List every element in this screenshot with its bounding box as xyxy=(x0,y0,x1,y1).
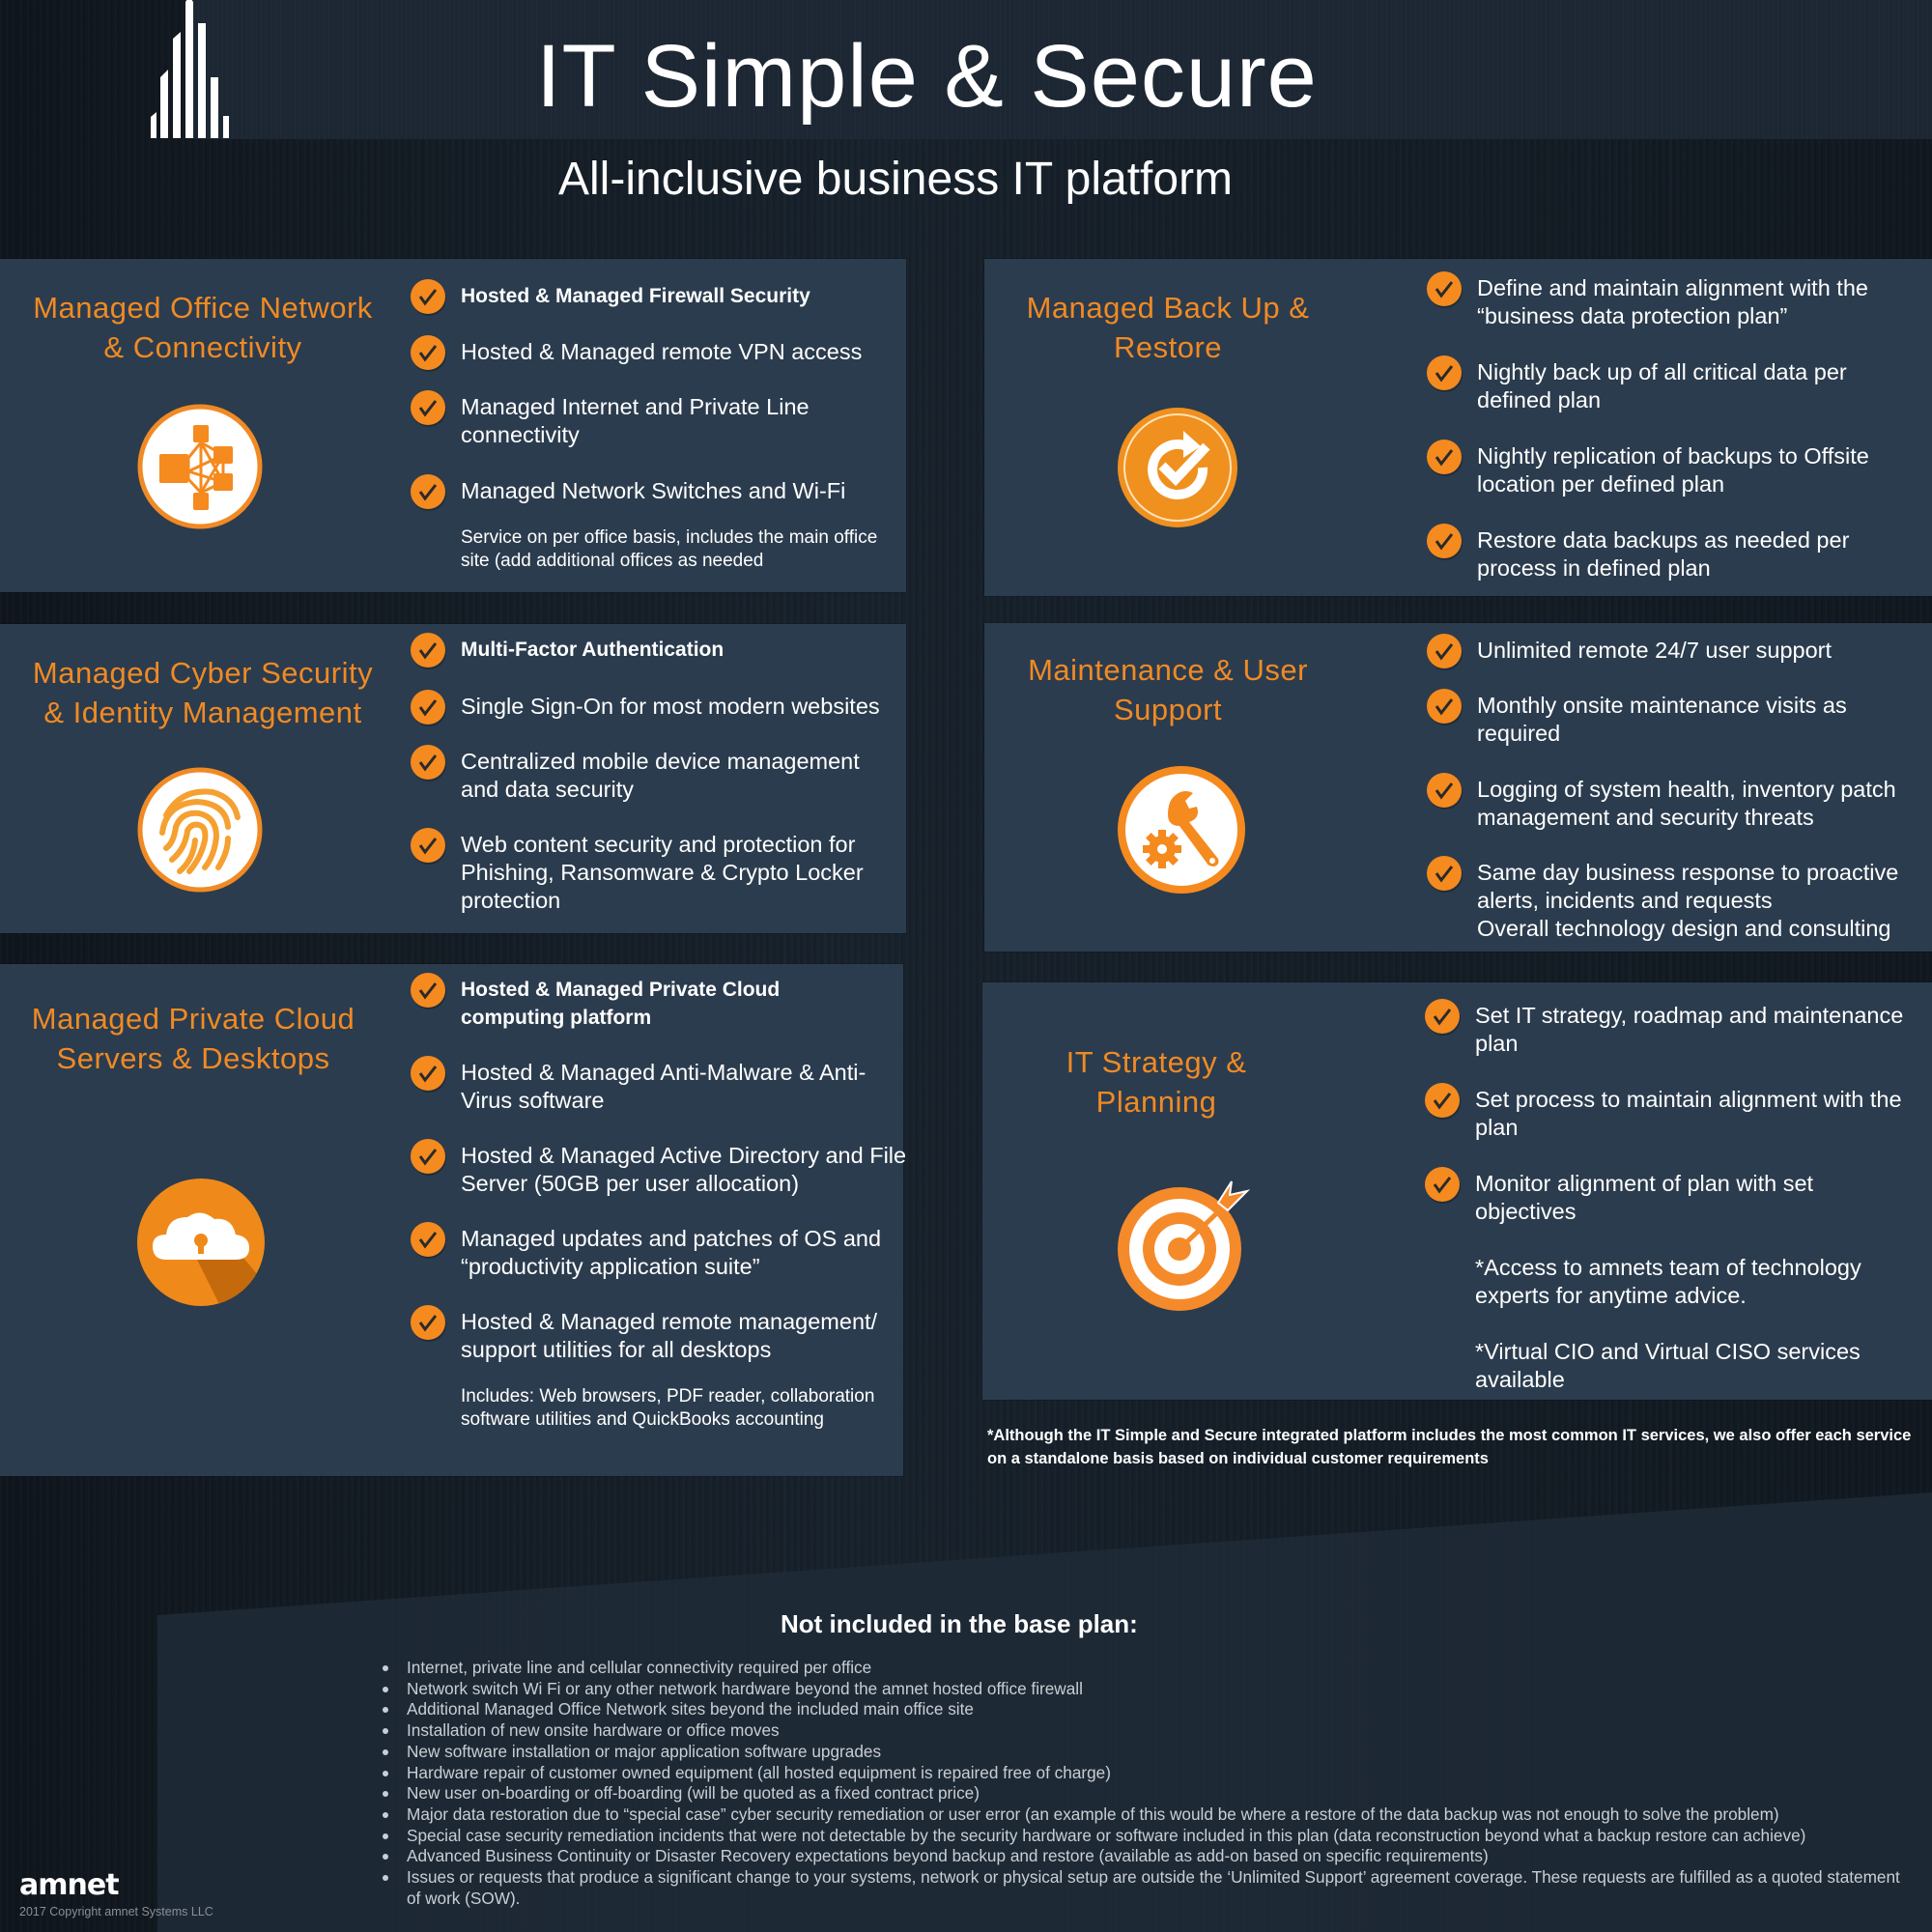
section-note: Includes: Web browsers, PDF reader, coll… xyxy=(461,1386,875,1430)
section-panel-backup: Managed Back Up & Restore Define and mai… xyxy=(984,259,1932,596)
check-icon xyxy=(411,633,445,668)
check-icon xyxy=(411,1139,445,1174)
check-icon xyxy=(411,474,445,509)
item-list: Set IT strategy, roadmap and maintenance… xyxy=(1425,999,1918,1394)
list-item: Web content security and protection for … xyxy=(411,828,895,915)
section-plain-note: *Access to amnets team of technology exp… xyxy=(1475,1255,1861,1308)
excluded-item: New user on-boarding or off-boarding (wi… xyxy=(379,1783,1905,1804)
section-title: Managed Private Cloud Servers & Desktops xyxy=(31,1002,355,1075)
check-icon xyxy=(1427,524,1462,558)
check-icon xyxy=(1427,355,1462,390)
list-item: Hosted & Managed Active Directory and Fi… xyxy=(411,1139,915,1198)
list-item: Hosted & Managed Private Cloud computing… xyxy=(411,973,886,1032)
item-list: Hosted & Managed Firewall Security Hoste… xyxy=(411,279,894,573)
list-item: Nightly replication of backups to Offsit… xyxy=(1427,440,1912,498)
check-icon xyxy=(1427,689,1462,724)
network-icon xyxy=(137,404,263,529)
excluded-item: Advanced Business Continuity or Disaster… xyxy=(379,1846,1905,1867)
list-item: Managed Network Switches and Wi-Fi xyxy=(411,474,894,509)
section-title: Managed Back Up & Restore xyxy=(1026,291,1310,364)
backup-restore-icon xyxy=(1118,408,1237,527)
list-item: Define and maintain alignment with the “… xyxy=(1427,271,1919,330)
excluded-item: Issues or requests that produce a signif… xyxy=(379,1867,1905,1909)
list-item: Set process to maintain alignment with t… xyxy=(1425,1083,1932,1142)
excluded-item: Hardware repair of customer owned equipm… xyxy=(379,1763,1905,1784)
excluded-item: Major data restoration due to “special c… xyxy=(379,1804,1905,1826)
list-item: Single Sign-On for most modern websites xyxy=(411,690,894,724)
list-item: Hosted & Managed Anti-Malware & Anti-Vir… xyxy=(411,1056,915,1115)
item-list: Hosted & Managed Private Cloud computing… xyxy=(411,973,906,1432)
check-icon xyxy=(1425,1167,1460,1202)
section-title: IT Strategy & Planning xyxy=(1065,1045,1247,1119)
list-item: Hosted & Managed Firewall Security xyxy=(411,279,894,314)
check-icon xyxy=(1427,856,1462,891)
target-arrow-icon xyxy=(1118,1180,1251,1311)
check-icon xyxy=(1427,440,1462,474)
section-title: Maintenance & User Support xyxy=(1028,653,1308,726)
list-item: Hosted & Managed remote VPN access xyxy=(411,335,894,370)
list-item: Centralized mobile device management and… xyxy=(411,745,886,804)
excluded-item: Network switch Wi Fi or any other networ… xyxy=(379,1679,1905,1700)
section-plain-note: *Virtual CIO and Virtual CISO services a… xyxy=(1475,1339,1861,1392)
check-icon xyxy=(411,745,445,780)
check-icon xyxy=(1425,999,1460,1034)
section-title: Managed Cyber Security & Identity Manage… xyxy=(32,656,374,729)
check-icon xyxy=(411,828,445,863)
check-icon xyxy=(411,973,445,1008)
brand-logo: amnet xyxy=(19,1868,120,1902)
check-icon xyxy=(411,690,445,724)
excluded-item: Additional Managed Office Network sites … xyxy=(379,1699,1905,1720)
check-icon xyxy=(411,335,445,370)
cloud-lock-icon xyxy=(137,1179,265,1306)
list-item: Managed updates and patches of OS and “p… xyxy=(411,1222,905,1281)
list-item: Logging of system health, inventory patc… xyxy=(1427,773,1931,832)
list-item: Multi-Factor Authentication xyxy=(411,633,894,668)
section-panel-network: Managed Office Network & Connectivity Ho… xyxy=(0,259,906,592)
excluded-item: New software installation or major appli… xyxy=(379,1742,1905,1763)
list-item: Unlimited remote 24/7 user support xyxy=(1427,634,1919,668)
excluded-title: Not included in the base plan: xyxy=(781,1609,1138,1638)
section-panel-strategy: IT Strategy & Planning Set IT strategy, … xyxy=(982,982,1932,1400)
list-item: Same day business response to proactive … xyxy=(1427,856,1931,915)
section-title: Managed Office Network & Connectivity xyxy=(33,291,373,364)
item-list: Define and maintain alignment with the “… xyxy=(1427,271,1919,582)
section-panel-private-cloud: Managed Private Cloud Servers & Desktops… xyxy=(0,964,906,1476)
excluded-list: Internet, private line and cellular conn… xyxy=(379,1658,1905,1909)
item-list: Unlimited remote 24/7 user support Month… xyxy=(1427,634,1919,943)
check-icon xyxy=(1427,773,1462,808)
section-panel-cyber-security: Managed Cyber Security & Identity Manage… xyxy=(0,624,906,933)
list-item: Restore data backups as needed per proce… xyxy=(1427,524,1883,582)
check-icon xyxy=(411,279,445,314)
fingerprint-icon xyxy=(137,767,263,893)
list-item: Monitor alignment of plan with set objec… xyxy=(1425,1167,1881,1226)
section-extra: Overall technology design and consulting xyxy=(1477,916,1891,941)
check-icon xyxy=(1427,271,1462,306)
skyline-logo-icon xyxy=(151,0,229,138)
copyright: 2017 Copyright amnet Systems LLC xyxy=(19,1905,213,1918)
excluded-item: Special case security remediation incide… xyxy=(379,1826,1905,1847)
list-item: Hosted & Managed remote management/ supp… xyxy=(411,1305,915,1364)
list-item: Monthly onsite maintenance visits as req… xyxy=(1427,689,1892,748)
check-icon xyxy=(411,1056,445,1091)
check-icon xyxy=(1425,1083,1460,1118)
list-item: Set IT strategy, roadmap and maintenance… xyxy=(1425,999,1929,1058)
footnote: *Although the IT Simple and Secure integ… xyxy=(987,1427,1912,1467)
list-item: Managed Internet and Private Line connec… xyxy=(411,390,847,449)
list-item: Nightly back up of all critical data per… xyxy=(1427,355,1883,414)
excluded-item: Installation of new onsite hardware or o… xyxy=(379,1720,1905,1742)
section-note: Service on per office basis, includes th… xyxy=(461,527,878,571)
excluded-item: Internet, private line and cellular conn… xyxy=(379,1658,1905,1679)
check-icon xyxy=(411,390,445,425)
page-subtitle: All-inclusive business IT platform xyxy=(558,154,1234,205)
item-list: Multi-Factor Authentication Single Sign-… xyxy=(411,633,895,915)
check-icon xyxy=(411,1305,445,1340)
check-icon xyxy=(411,1222,445,1257)
section-panel-maintenance: Maintenance & User Support Unlimited rem… xyxy=(984,623,1932,952)
wrench-gear-icon xyxy=(1118,766,1245,894)
page-title: IT Simple & Secure xyxy=(536,27,1318,126)
check-icon xyxy=(1427,634,1462,668)
